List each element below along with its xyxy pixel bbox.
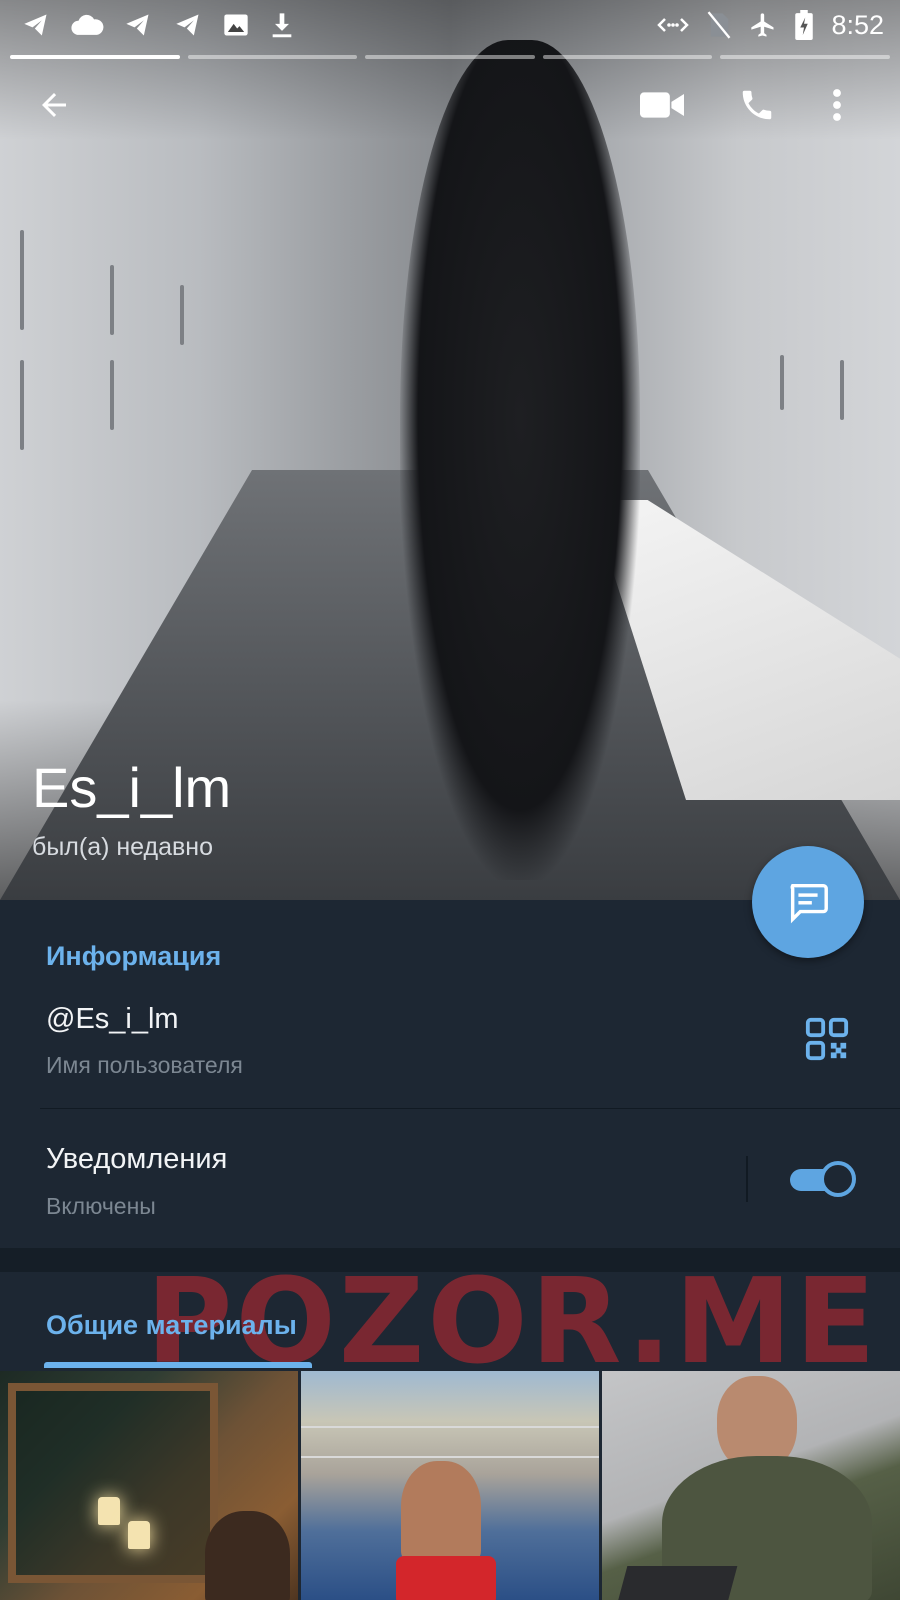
rail (301, 1456, 599, 1458)
photo-progress-segment (542, 55, 713, 59)
video-call-icon (640, 92, 684, 118)
vertical-divider (746, 1156, 748, 1202)
locker-handle (840, 360, 844, 420)
clock: 8:52 (831, 9, 884, 40)
more-vert-icon (833, 89, 841, 121)
media-thumbnail[interactable] (602, 1371, 900, 1600)
photo-progress-segment (10, 55, 180, 59)
photo-progress-bars (10, 55, 890, 59)
laptop (616, 1566, 738, 1600)
message-icon (790, 883, 828, 924)
media-thumbnail[interactable] (0, 1371, 298, 1600)
telegram-icon (126, 14, 149, 36)
no-sim-icon (708, 11, 731, 39)
battery-charging-icon (795, 10, 814, 40)
shared-media-title[interactable]: Общие материалы (46, 1310, 297, 1341)
notifications-toggle[interactable] (788, 1160, 856, 1198)
airplane-mode-icon (751, 13, 774, 37)
qr-code-button[interactable] (804, 1016, 850, 1062)
rail (301, 1426, 599, 1428)
status-bar: 8:52 (0, 0, 900, 50)
toggle-knob (820, 1161, 856, 1197)
data-saver-icon (657, 18, 690, 32)
notifications-label: Уведомления (46, 1143, 228, 1175)
download-icon (272, 13, 292, 38)
photo-progress-segment (365, 55, 535, 59)
media-grid (0, 1371, 900, 1600)
photo-progress-segment (720, 55, 890, 59)
photo-subject (400, 40, 640, 880)
info-section-title: Информация (46, 941, 222, 971)
locker-handle (110, 265, 114, 335)
send-message-button[interactable] (752, 846, 864, 958)
person (401, 1461, 481, 1561)
call-button[interactable] (722, 70, 792, 140)
more-options-button[interactable] (815, 70, 859, 140)
cloud-icon (71, 14, 104, 35)
notification-icons (20, 11, 296, 39)
red-shorts (396, 1556, 496, 1600)
last-seen-status: был(а) недавно (32, 833, 214, 861)
qr-code-icon (805, 1017, 849, 1061)
tab-indicator (44, 1362, 312, 1368)
locker-handle (20, 230, 24, 330)
phone-icon (742, 90, 772, 120)
window-frame (8, 1383, 218, 1583)
lamp (128, 1521, 150, 1549)
username-value[interactable]: @Es_i_lm (46, 1003, 179, 1036)
locker-handle (110, 360, 114, 430)
locker-handle (20, 360, 24, 450)
lamp (98, 1497, 120, 1525)
profile-name: Es_i_lm (32, 756, 232, 819)
back-button[interactable] (19, 70, 89, 140)
photo-progress-segment (187, 55, 358, 59)
person (205, 1511, 290, 1600)
telegram-icon (24, 14, 47, 36)
locker-handle (180, 285, 184, 345)
action-bar (0, 70, 900, 140)
locker-handle (780, 355, 784, 410)
arrow-back-icon (42, 93, 66, 117)
notifications-status: Включены (46, 1193, 156, 1219)
telegram-icon (176, 14, 199, 36)
username-label: Имя пользователя (46, 1052, 243, 1078)
video-call-button[interactable] (627, 70, 697, 140)
system-icons: 8:52 (657, 10, 884, 41)
media-thumbnail[interactable] (301, 1371, 599, 1600)
image-icon (224, 14, 248, 36)
info-divider (40, 1108, 900, 1109)
